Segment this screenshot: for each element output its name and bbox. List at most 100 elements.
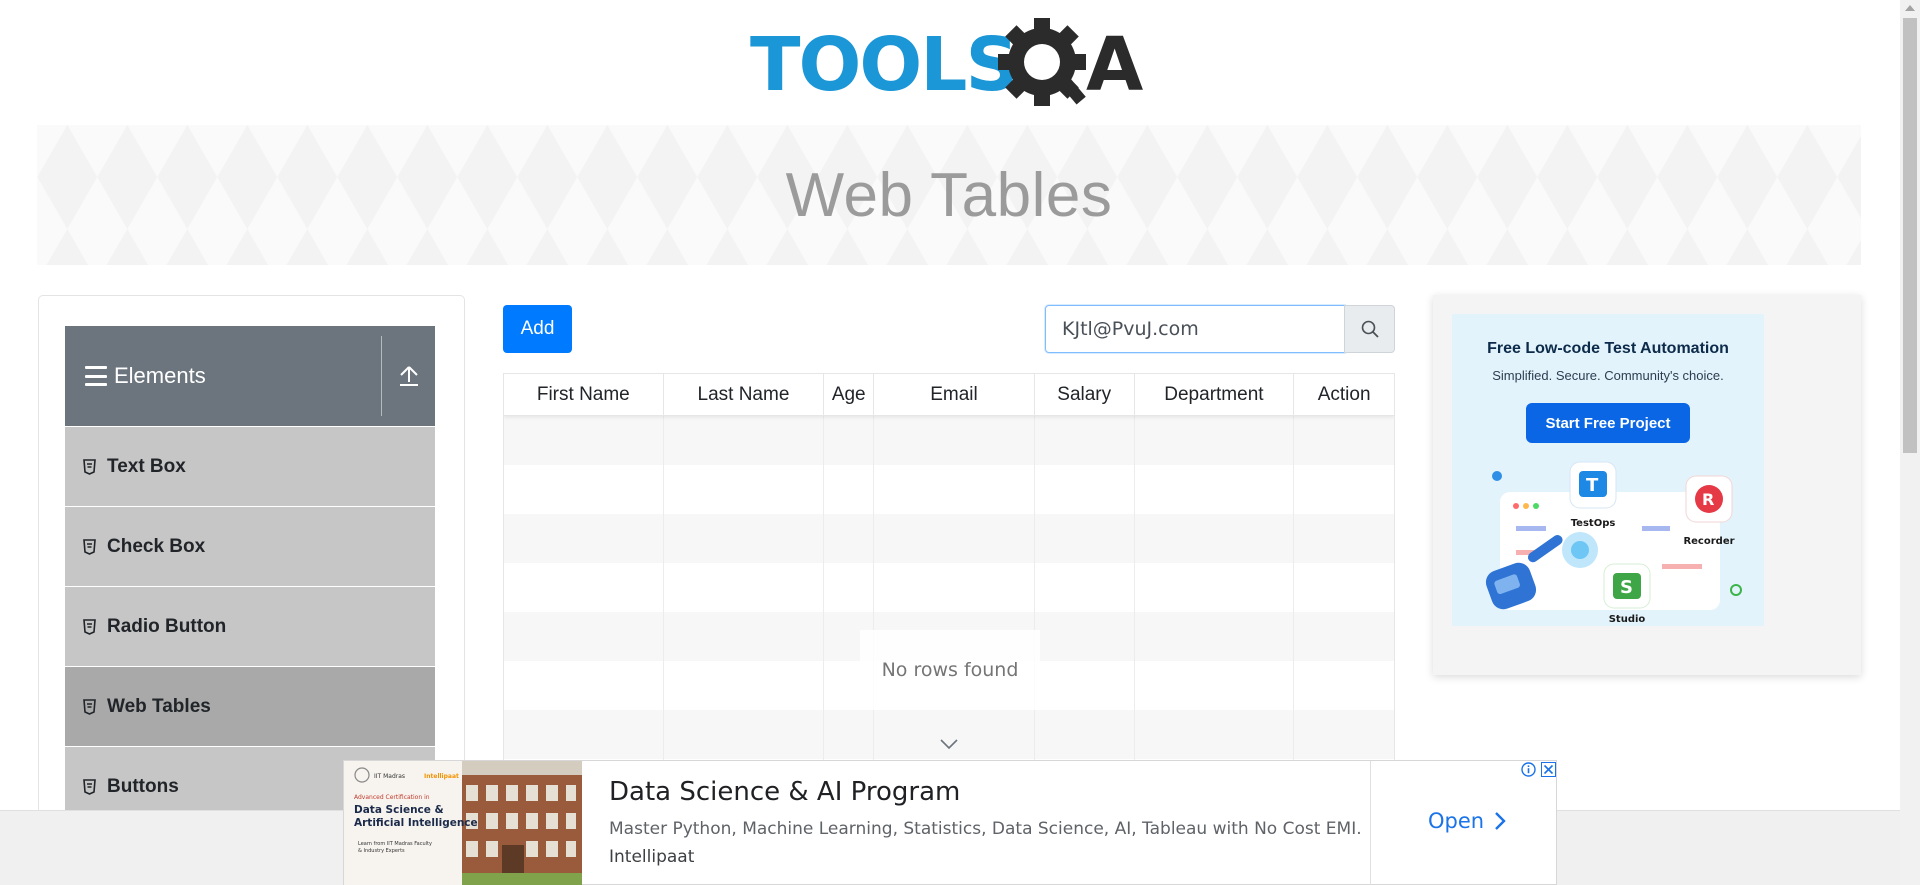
page: TOOLS A Web Tables Elements Text Box Che…	[0, 0, 1920, 885]
bottom-ad-open-button[interactable]: Open	[1428, 809, 1506, 833]
info-icon	[1521, 762, 1536, 777]
table-cell	[664, 563, 825, 612]
table-cell	[1035, 661, 1135, 710]
add-button[interactable]: Add	[503, 305, 572, 353]
ad-choices-button[interactable]	[1520, 761, 1537, 778]
table-cell	[1294, 710, 1394, 759]
html-icon	[83, 698, 96, 715]
table-cell	[1294, 612, 1394, 661]
table-cell	[504, 465, 664, 514]
table-cell	[1294, 661, 1394, 710]
table-cell	[824, 514, 875, 563]
svg-text:IIT Madras: IIT Madras	[374, 773, 405, 780]
collapse-arrow-icon	[399, 366, 418, 386]
svg-text:& Industry Experts: & Industry Experts	[358, 848, 405, 854]
side-ad-creative[interactable]: Free Low-code Test Automation Simplified…	[1452, 314, 1764, 626]
table-cell	[824, 416, 875, 465]
table-cell	[504, 710, 664, 759]
search-button[interactable]	[1344, 305, 1395, 353]
side-ad-cta-button[interactable]: Start Free Project	[1526, 403, 1690, 443]
table-row	[504, 416, 1394, 465]
testops-label: TestOps	[1571, 518, 1616, 529]
sidebar-item-radio-button[interactable]: Radio Button	[65, 587, 435, 667]
sidebar-group-title: Elements	[114, 363, 206, 388]
close-icon	[1541, 762, 1556, 777]
scroll-up-arrow-icon[interactable]	[1905, 5, 1915, 11]
open-label: Open	[1428, 809, 1485, 833]
toolsqa-logo[interactable]: TOOLS A	[750, 18, 1150, 114]
bottom-ad-separator	[1370, 761, 1371, 885]
svg-text:Intellipaat: Intellipaat	[424, 773, 459, 780]
table-cell	[504, 514, 664, 563]
column-header-email[interactable]: Email	[874, 374, 1035, 416]
sidebar-item-label: Check Box	[107, 535, 206, 557]
sidebar-item-text-box[interactable]: Text Box	[65, 427, 435, 507]
table-cell	[504, 661, 664, 710]
table-cell	[664, 710, 825, 759]
sidebar-item-check-box[interactable]: Check Box	[65, 507, 435, 587]
page-scrollbar[interactable]	[1900, 0, 1920, 885]
table-cell	[874, 465, 1035, 514]
chevron-right-icon	[1495, 812, 1506, 830]
table-cell	[664, 661, 825, 710]
table-cell	[1035, 710, 1135, 759]
table-cell	[1135, 661, 1295, 710]
svg-text:Artificial Intelligence: Artificial Intelligence	[354, 817, 478, 829]
search-icon	[1361, 320, 1379, 338]
side-ad-title: Free Low-code Test Automation	[1487, 340, 1729, 357]
bottom-ad-image[interactable]: IIT Madras Intellipaat Advanced Certific…	[344, 761, 582, 885]
table-cell	[1135, 514, 1295, 563]
sidebar-item-web-tables[interactable]: Web Tables	[65, 667, 435, 747]
table-cell	[1035, 514, 1135, 563]
table-cell	[874, 563, 1035, 612]
studio-label: Studio	[1609, 614, 1646, 625]
column-header-department[interactable]: Department	[1135, 374, 1295, 416]
table-cell	[1294, 416, 1394, 465]
side-ad[interactable]: Free Low-code Test Automation Simplified…	[1433, 295, 1861, 675]
table-cell	[824, 465, 875, 514]
table-cell	[504, 563, 664, 612]
column-header-last-name[interactable]: Last Name	[664, 374, 825, 416]
svg-text:S: S	[1620, 577, 1633, 598]
html-icon	[83, 538, 96, 555]
scrollbar-thumb[interactable]	[1903, 18, 1917, 453]
search-input[interactable]	[1045, 305, 1345, 353]
table-cell	[824, 710, 875, 759]
column-header-first-name[interactable]: First Name	[504, 374, 664, 416]
html-icon	[83, 778, 96, 795]
svg-text:Advanced Certification in: Advanced Certification in	[354, 794, 430, 801]
chevron-down-icon	[940, 739, 958, 750]
collapse-group-button[interactable]	[382, 326, 435, 426]
sidebar-item-label: Text Box	[107, 455, 186, 477]
table-header: First Name Last Name Age Email Salary De…	[504, 374, 1394, 416]
table-cell	[1135, 465, 1295, 514]
bottom-ad-headline[interactable]: Data Science & AI Program	[609, 777, 960, 807]
table-cell	[504, 416, 664, 465]
bottom-ad-banner[interactable]: IIT Madras Intellipaat Advanced Certific…	[343, 760, 1557, 885]
svg-text:A: A	[1086, 22, 1143, 108]
no-rows-message: No rows found	[860, 630, 1040, 710]
table-cell	[874, 710, 1035, 759]
svg-text:Learn from IIT Madras Faculty: Learn from IIT Madras Faculty	[358, 841, 432, 847]
sidebar-item-label: Radio Button	[107, 615, 227, 637]
table-row	[504, 514, 1394, 563]
page-banner: Web Tables	[37, 125, 1861, 265]
column-header-action: Action	[1317, 384, 1371, 405]
column-header-age[interactable]: Age	[824, 374, 875, 416]
table-cell	[1035, 465, 1135, 514]
table-cell	[1294, 514, 1394, 563]
sidebar-group-elements[interactable]: Elements	[65, 326, 435, 426]
table-cell	[874, 416, 1035, 465]
table-cell	[1135, 416, 1295, 465]
html-icon	[83, 458, 96, 475]
side-ad-subtitle: Simplified. Secure. Community's choice.	[1492, 368, 1724, 383]
bottom-ad-description: Master Python, Machine Learning, Statist…	[609, 819, 1362, 839]
table-cell	[664, 612, 825, 661]
table-cell	[824, 563, 875, 612]
column-header-salary[interactable]: Salary	[1035, 374, 1135, 416]
ad-close-button[interactable]	[1540, 761, 1557, 778]
sidebar-item-label: Buttons	[107, 775, 179, 797]
table-cell	[1135, 710, 1295, 759]
sidebar-item-label: Web Tables	[107, 695, 211, 717]
bottom-ad-brand: Intellipaat	[609, 847, 695, 867]
